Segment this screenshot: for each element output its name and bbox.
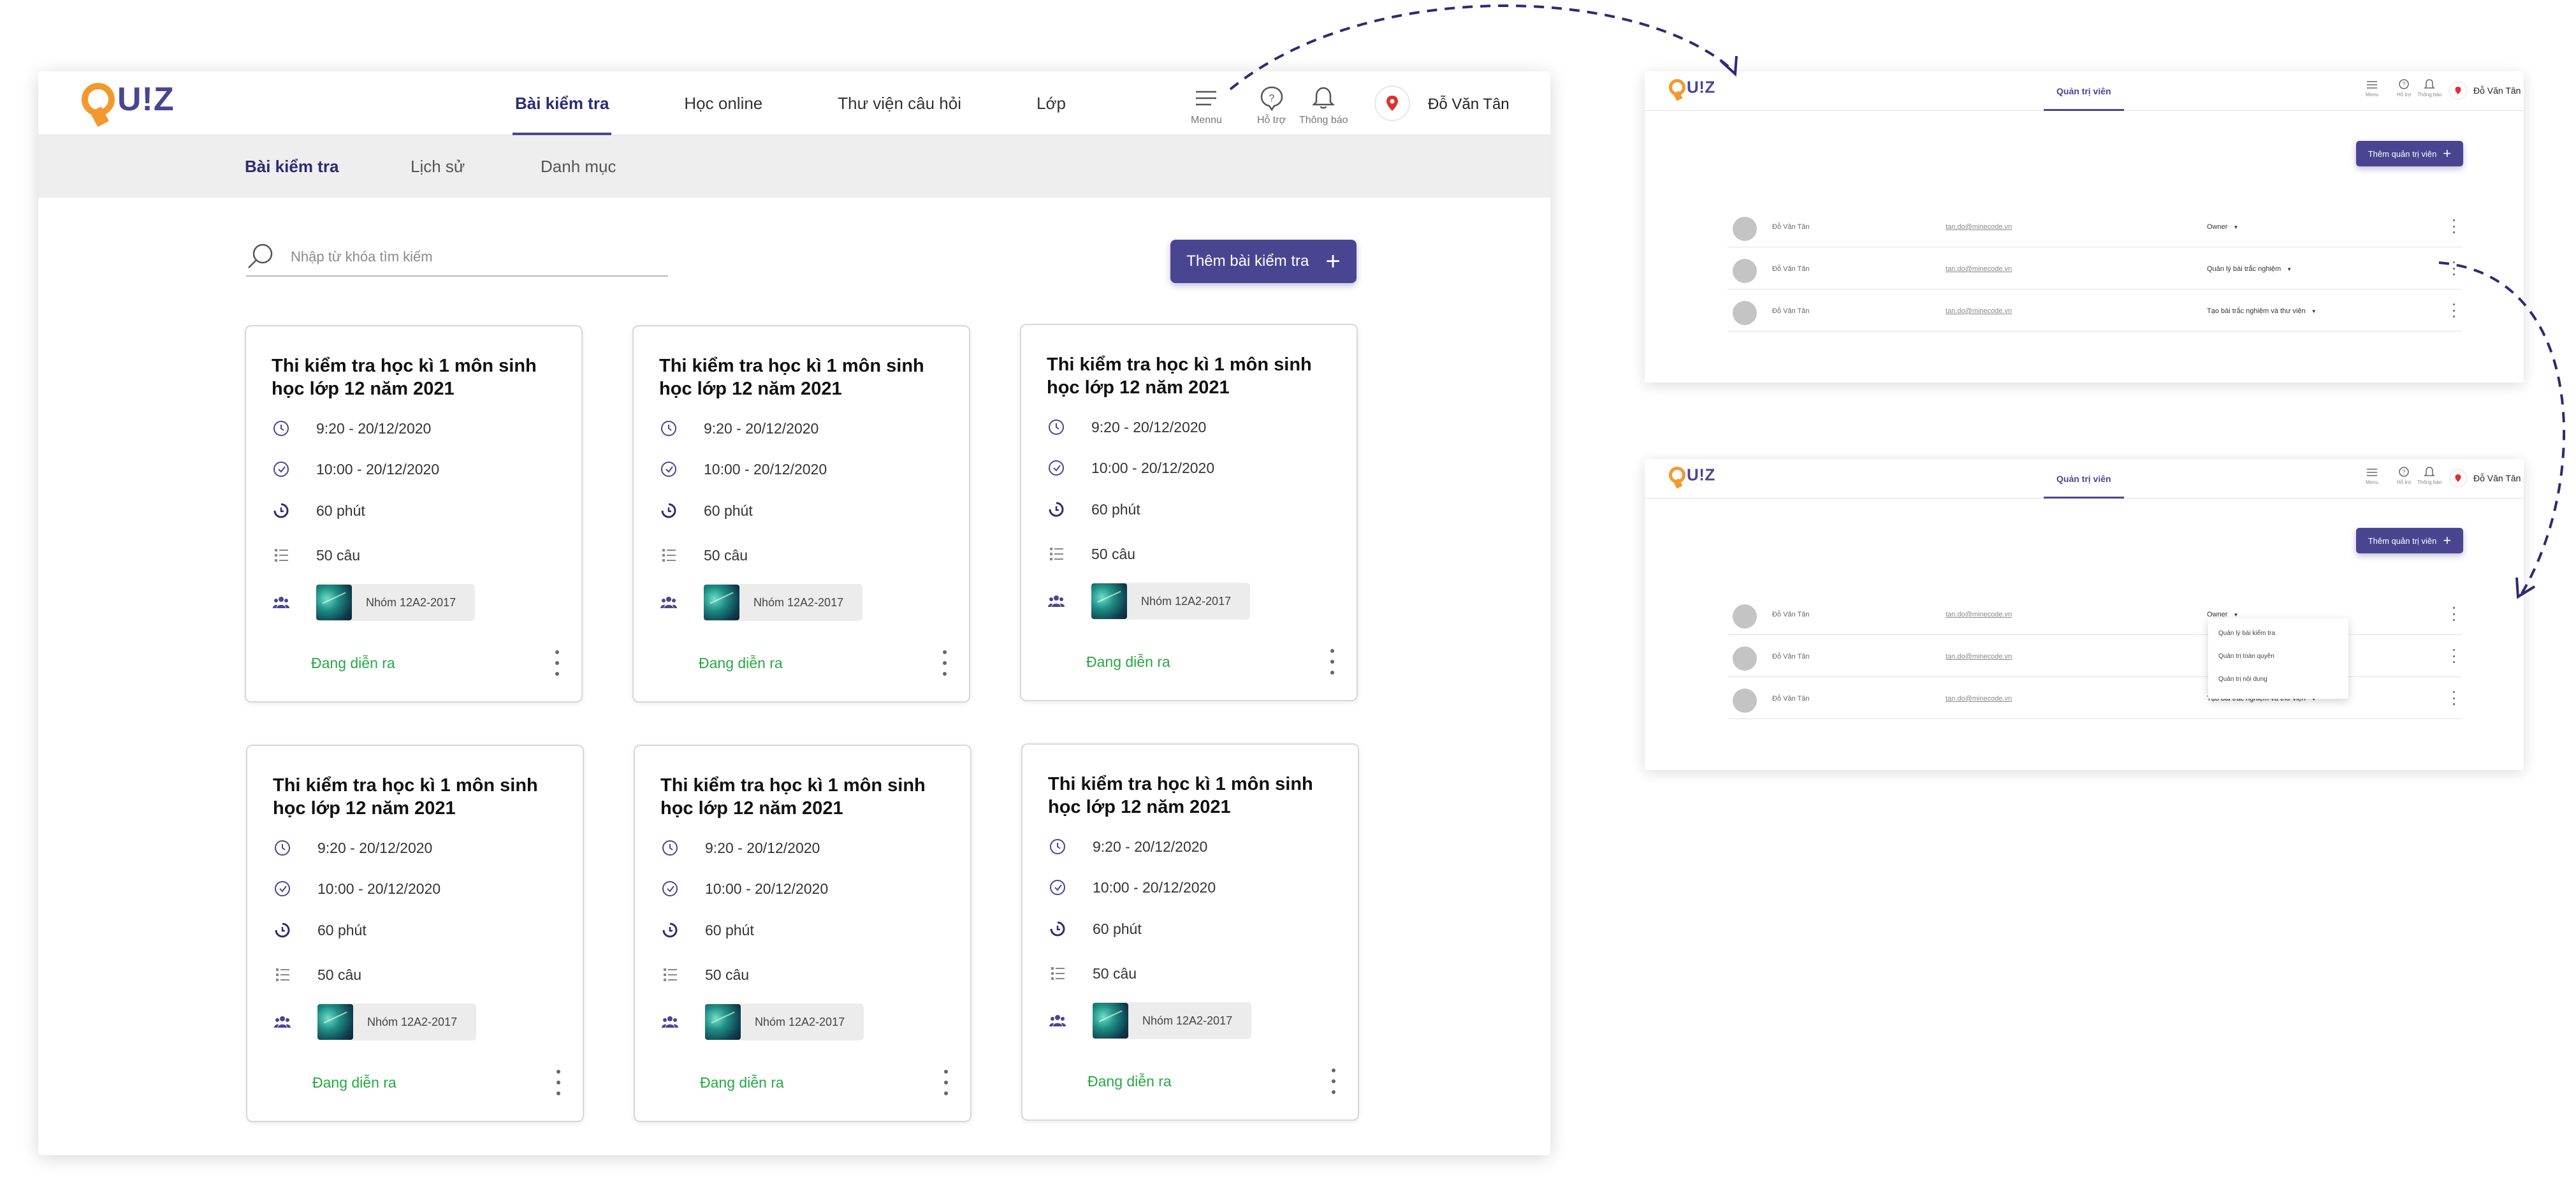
canvas: U!Z Bài kiểm tra Học online Thư viện câu…: [0, 0, 2576, 1196]
flow-arrows: [1229, 4, 2566, 599]
flow-arrow-list-to-dropdown: [2438, 261, 2566, 597]
flow-arrow-menu-to-admin: [1229, 4, 1735, 91]
arrow-head-icon: [1720, 55, 1738, 77]
